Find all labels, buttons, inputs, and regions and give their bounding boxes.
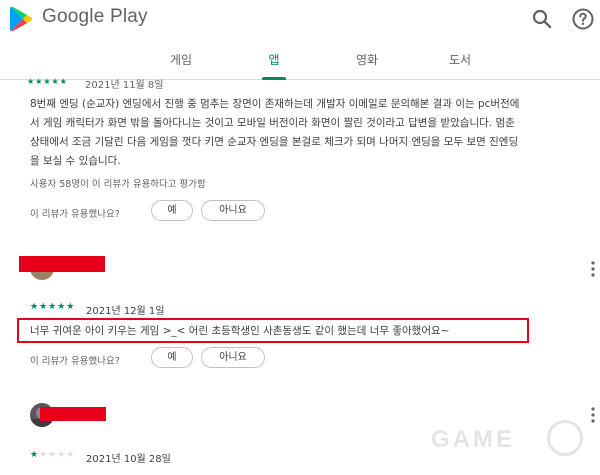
help-icon[interactable] bbox=[571, 7, 595, 31]
helpful-yes-button[interactable]: 예 bbox=[151, 347, 193, 368]
watermark-lettering: GAME bbox=[431, 426, 515, 453]
brand-name[interactable]: Google Play bbox=[42, 6, 148, 28]
review-date: 2021년 11월 8일 bbox=[85, 80, 164, 91]
tab-games[interactable]: 게임 bbox=[151, 51, 211, 68]
helpful-yes-button[interactable]: 예 bbox=[151, 200, 193, 221]
watermark-logo: GAME bbox=[423, 410, 593, 472]
review-text-line: 상태에서 조금 기달린 다음 게임을 껏다 키면 순교자 엔딩을 본걸로 체크가… bbox=[30, 136, 519, 148]
redacted-username bbox=[19, 256, 105, 272]
more-options-icon[interactable] bbox=[586, 260, 600, 278]
helpful-no-button[interactable]: 아니요 bbox=[201, 200, 265, 221]
review-text: 너무 귀여운 아이 키우는 게임 >_< 어린 초등학생인 사촌동생도 같이 했… bbox=[30, 325, 450, 337]
search-icon[interactable] bbox=[530, 7, 554, 31]
tab-apps[interactable]: 앱 bbox=[244, 51, 304, 68]
tab-movies[interactable]: 영화 bbox=[337, 51, 397, 68]
helpful-no-button[interactable]: 아니요 bbox=[201, 347, 265, 368]
active-tab-indicator bbox=[262, 77, 286, 80]
helpful-question: 이 리뷰가 유용했나요? bbox=[30, 356, 120, 367]
helpful-question: 이 리뷰가 유용했나요? bbox=[30, 209, 120, 220]
redacted-username bbox=[40, 407, 106, 421]
star-rating: ★★★★★ bbox=[30, 450, 76, 460]
review-date: 2021년 10월 28일 bbox=[86, 454, 171, 465]
star-rating: ★★★★★ bbox=[30, 302, 76, 312]
review-text-line: 8번째 엔딩 (순교자) 엔딩에서 진행 중 멈추는 장면이 존재하는데 개발자… bbox=[30, 98, 520, 110]
review-date: 2021년 12월 1일 bbox=[86, 306, 165, 317]
category-tabs: 게임 앱 영화 도서 bbox=[0, 38, 600, 80]
review-text-line: 서 게임 캐릭터가 화면 밖을 돌아다니는 것이고 모바일 버전이라 화면이 짤… bbox=[30, 117, 515, 129]
tab-books[interactable]: 도서 bbox=[430, 51, 490, 68]
helpful-count: 사용자 58명이 이 리뷰가 유용하다고 평가함 bbox=[30, 179, 206, 190]
review-text: 8번째 엔딩 (순교자) 엔딩에서 진행 중 멈추는 장면이 존재하는데 개발자… bbox=[30, 95, 600, 171]
top-app-bar: Google Play bbox=[0, 0, 600, 38]
google-play-logo-icon[interactable] bbox=[9, 6, 33, 32]
review-text-line: 을 보실 수 있습니다. bbox=[30, 155, 121, 167]
star-rating: ★★★★★ bbox=[27, 77, 68, 86]
watermark-badge-icon bbox=[547, 420, 583, 456]
